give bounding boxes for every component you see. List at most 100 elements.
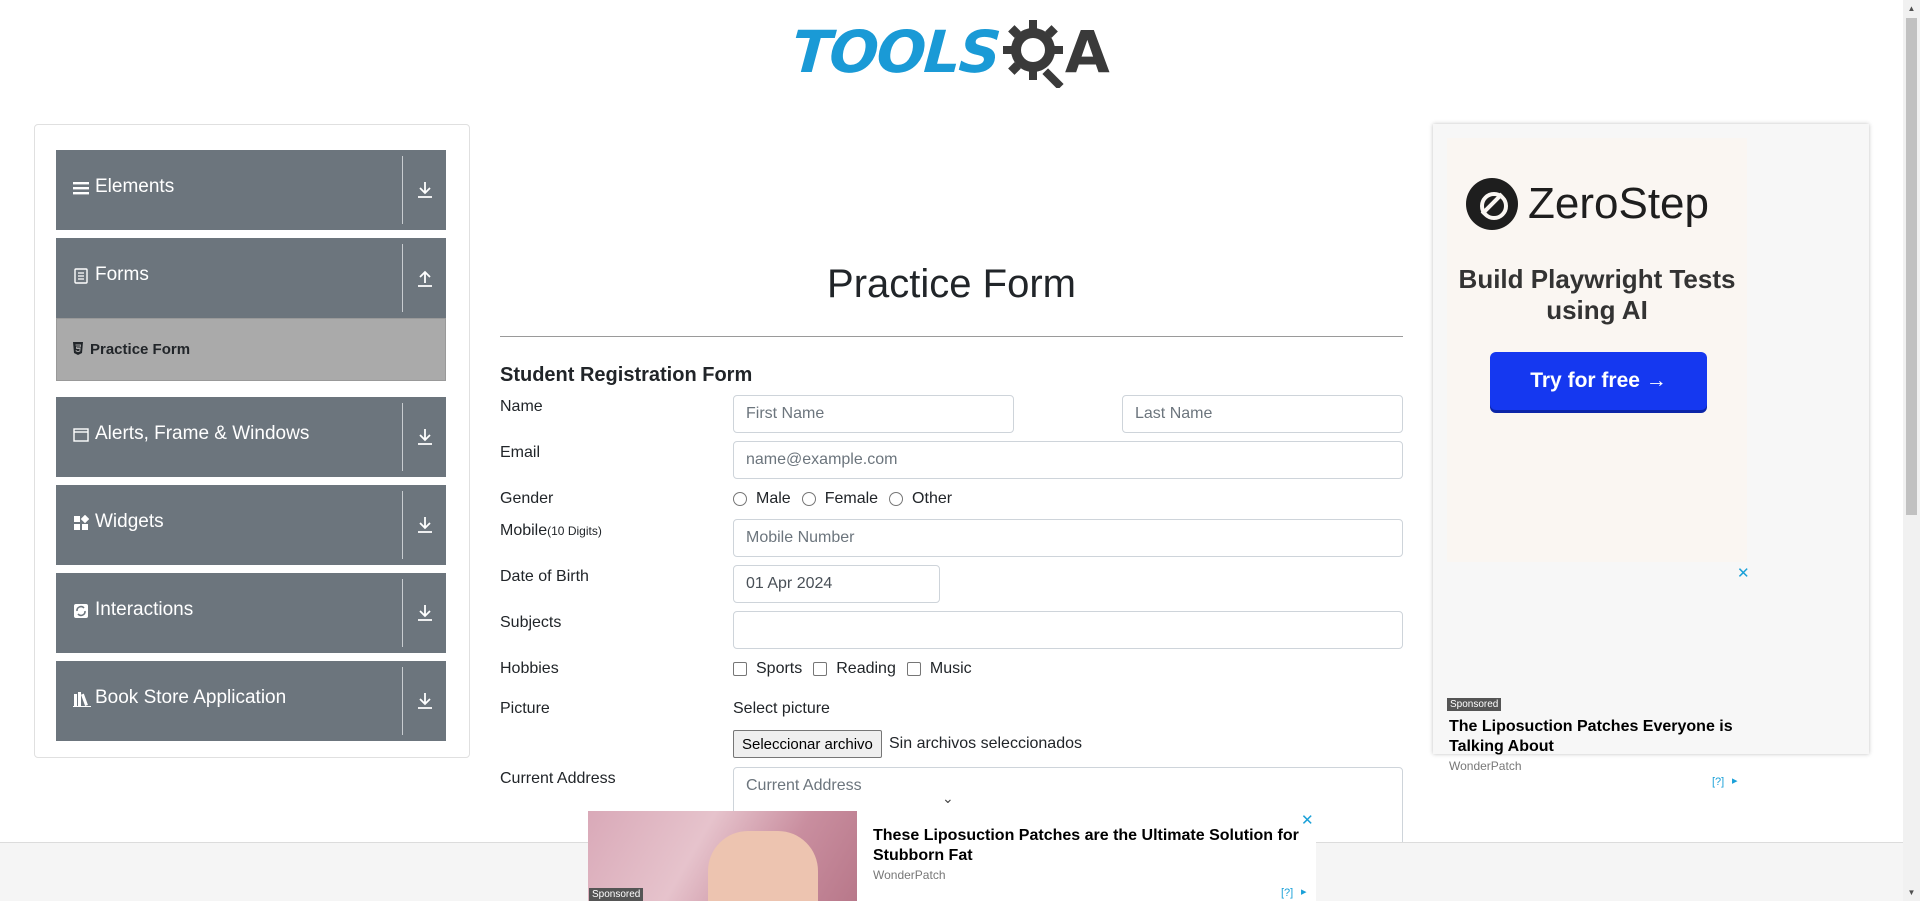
address-label: Current Address: [500, 770, 616, 787]
ad-image-hand: [708, 831, 818, 901]
logo-qa-mark: A: [999, 16, 1110, 88]
download-arrow-icon[interactable]: [416, 691, 434, 711]
gender-option-label[interactable]: Other: [912, 490, 952, 508]
logo-text-a: A: [1064, 18, 1110, 86]
mobile-hint: (10 Digits): [547, 524, 602, 538]
sidebar-group-label: Interactions: [95, 599, 194, 620]
last-name-input[interactable]: Last Name: [1122, 395, 1403, 433]
ad-source[interactable]: WonderPatch: [1449, 759, 1522, 773]
scroll-thumb[interactable]: [1906, 18, 1917, 515]
hobby-option-label[interactable]: Music: [930, 660, 972, 678]
gender-radio-female[interactable]: [801, 492, 816, 506]
divider: [402, 244, 403, 312]
zerostep-tagline: Build Playwright Tests using AI: [1458, 264, 1736, 325]
close-icon[interactable]: ✕: [1737, 564, 1750, 582]
hobby-checkbox-sports[interactable]: [733, 662, 747, 676]
zerostep-logo: ZeroStep: [1466, 178, 1709, 230]
gender-option-label[interactable]: Male: [756, 490, 791, 508]
gear-magnifier-icon: [1002, 20, 1064, 88]
sidebar-group-interactions[interactable]: Interactions: [56, 573, 446, 653]
left-panel-menu: Elements Forms Practice Form Alerts, Fra…: [34, 124, 470, 758]
email-input[interactable]: name@example.com: [733, 441, 1403, 479]
gender-radio-male[interactable]: [733, 492, 747, 506]
scroll-down-arrow-icon[interactable]: ▼: [1903, 884, 1920, 901]
upload-arrow-icon[interactable]: [416, 268, 434, 288]
hobby-option-label[interactable]: Reading: [836, 660, 896, 678]
download-arrow-icon[interactable]: [416, 427, 434, 447]
sidebar-group-elements[interactable]: Elements: [56, 150, 446, 230]
divider: [402, 579, 403, 647]
download-arrow-icon[interactable]: [416, 515, 434, 535]
try-for-free-button[interactable]: Try for free →: [1490, 352, 1707, 410]
right-ad-panel: ZeroStep Build Playwright Tests using AI…: [1433, 124, 1869, 788]
divider: [402, 667, 403, 735]
download-arrow-icon[interactable]: [416, 180, 434, 200]
hobby-checkbox-reading[interactable]: [813, 662, 828, 676]
divider: [402, 491, 403, 559]
window-icon: [73, 427, 91, 445]
ad-headline[interactable]: The Liposuction Patches Everyone is Talk…: [1449, 717, 1749, 757]
adchoices-icon[interactable]: ▸: [1732, 774, 1738, 787]
sidebar-group-label: Book Store Application: [95, 687, 287, 708]
sidebar-group-alerts[interactable]: Alerts, Frame & Windows: [56, 397, 446, 477]
zerostep-brand: ZeroStep: [1528, 179, 1709, 228]
sponsored-ad[interactable]: ✕ Sponsored The Liposuction Patches Ever…: [1447, 562, 1750, 812]
sponsored-badge: Sponsored: [589, 888, 644, 901]
dob-label: Date of Birth: [500, 568, 589, 585]
mobile-label: Mobile(10 Digits): [500, 522, 602, 540]
html5-icon: [72, 342, 84, 358]
ad-source[interactable]: WonderPatch: [873, 868, 946, 882]
logo-text-tools: TOOLS: [789, 18, 1002, 86]
scroll-up-arrow-icon[interactable]: ▲: [1903, 0, 1920, 17]
sidebar-item-practice-form[interactable]: Practice Form: [56, 318, 446, 381]
sidebar-group-widgets[interactable]: Widgets: [56, 485, 446, 565]
ad-info-link[interactable]: [?]: [1712, 776, 1724, 788]
site-header: TOOLS A: [0, 0, 1903, 110]
divider: [402, 403, 403, 471]
divider: [402, 156, 403, 224]
mobile-input[interactable]: Mobile Number: [733, 519, 1403, 557]
choose-file-button[interactable]: Seleccionar archivo: [733, 730, 882, 758]
download-arrow-icon[interactable]: [416, 603, 434, 623]
sidebar-group-label: Alerts, Frame & Windows: [95, 423, 310, 444]
first-name-input[interactable]: First Name: [733, 395, 1014, 433]
gender-option-label[interactable]: Female: [825, 490, 878, 508]
page-title: Practice Form: [827, 262, 1076, 306]
file-status-text: Sin archivos seleccionados: [889, 735, 1082, 752]
bottom-sticky-ad[interactable]: Sponsored These Liposuction Patches are …: [588, 811, 1316, 901]
interactions-icon: [73, 603, 91, 621]
subjects-input[interactable]: [733, 611, 1403, 649]
sidebar-item-label: Practice Form: [90, 341, 191, 358]
name-label: Name: [500, 398, 543, 415]
gender-label: Gender: [500, 490, 554, 507]
hobbies-checkbox-group: Sports Reading Music: [733, 660, 983, 678]
page-scrollbar[interactable]: ▲ ▼: [1903, 0, 1920, 901]
zerostep-ad[interactable]: ZeroStep Build Playwright Tests using AI…: [1447, 138, 1747, 562]
form-heading: Student Registration Form: [500, 364, 753, 386]
ad-info-link[interactable]: [?]: [1281, 887, 1293, 899]
sidebar-group-label: Forms: [95, 264, 149, 285]
faded-banner: [520, 120, 1230, 210]
chevron-down-icon[interactable]: ⌄: [942, 790, 954, 807]
ad-headline[interactable]: These Liposuction Patches are the Ultima…: [873, 826, 1303, 866]
sidebar-group-forms[interactable]: Forms: [56, 238, 446, 318]
hamburger-icon: [73, 180, 91, 198]
ad-image[interactable]: Sponsored: [588, 811, 857, 901]
hobby-checkbox-music[interactable]: [906, 662, 921, 676]
toolsqa-logo[interactable]: TOOLS A: [789, 14, 1110, 90]
hobbies-label: Hobbies: [500, 660, 559, 677]
widgets-icon: [73, 514, 91, 533]
sidebar-group-book-store[interactable]: Book Store Application: [56, 661, 446, 741]
date-of-birth-input[interactable]: 01 Apr 2024: [733, 565, 940, 603]
gender-radio-group: Male Female Other: [733, 490, 963, 508]
picture-label: Picture: [500, 700, 550, 717]
books-icon: [73, 691, 91, 709]
hobby-option-label[interactable]: Sports: [756, 660, 802, 678]
adchoices-icon[interactable]: ▸: [1301, 885, 1307, 898]
email-label: Email: [500, 444, 541, 461]
gender-radio-other[interactable]: [889, 492, 904, 506]
title-divider: [500, 336, 1403, 337]
document-icon: [73, 268, 91, 286]
sidebar-group-label: Widgets: [95, 511, 164, 532]
close-icon[interactable]: ✕: [1301, 811, 1314, 829]
